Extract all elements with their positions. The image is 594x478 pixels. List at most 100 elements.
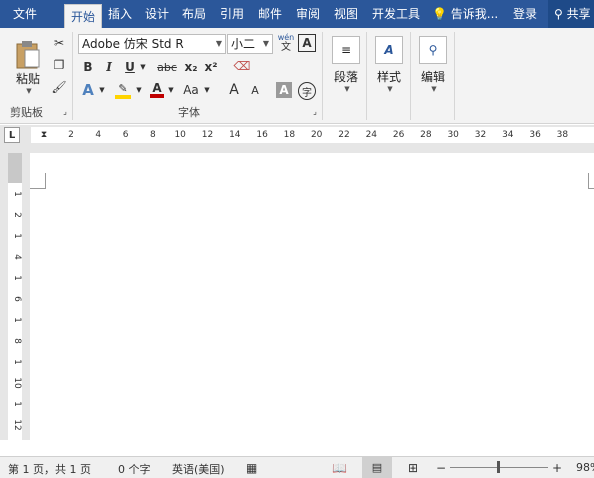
bold-button[interactable]: B	[80, 58, 96, 76]
character-shading-button[interactable]: A	[276, 82, 292, 98]
tab-references[interactable]: 引用	[216, 0, 248, 28]
paragraph-label: 段落	[333, 69, 358, 84]
share-button[interactable]: ⚲ 共享	[548, 0, 594, 28]
font-family-select[interactable]: Adobe 仿宋 Std R ▼	[78, 34, 226, 54]
styles-button[interactable]: A 样式 ▼	[370, 32, 408, 96]
chevron-down-icon: ▼	[215, 39, 222, 48]
editing-button[interactable]: ⚲ 编辑 ▼	[414, 32, 452, 96]
web-layout-icon[interactable]: ⊞	[408, 461, 418, 475]
phonetic-char: 文	[281, 42, 291, 53]
ruler-tick-label: 6	[12, 296, 22, 302]
grow-font-button[interactable]: A	[226, 80, 242, 100]
chevron-down-icon[interactable]: ▼	[138, 58, 148, 76]
language-indicator[interactable]: 英语(美国)	[172, 461, 225, 477]
tab-home[interactable]: 开始	[64, 4, 102, 28]
enclose-characters-button[interactable]: 字	[298, 82, 316, 100]
dialog-launcher-icon[interactable]: ⌟	[60, 106, 70, 116]
strikethrough-button[interactable]: abc	[154, 58, 180, 76]
document-canvas	[30, 145, 594, 440]
page-count[interactable]: 第 1 页，共 1 页	[8, 461, 91, 477]
font-color-bar	[150, 94, 164, 98]
ruler-tick-label: 1	[12, 317, 22, 323]
underline-button[interactable]: U	[122, 58, 138, 76]
font-group-label: 字体	[178, 106, 200, 119]
zoom-in-icon[interactable]: +	[552, 461, 562, 475]
subscript-button[interactable]: x₂	[182, 58, 200, 76]
cut-icon[interactable]: ✂	[50, 34, 68, 52]
shrink-font-button[interactable]: A	[247, 80, 263, 100]
text-effects-button[interactable]: A	[80, 80, 96, 100]
italic-button[interactable]: I	[101, 58, 117, 76]
vertical-ruler[interactable]: 1 2 1 4 1 6 1 8 1 10 1 12	[0, 145, 30, 440]
chevron-down-icon: ▼	[262, 39, 269, 48]
ruler-tick-label: 12	[12, 419, 22, 431]
font-color-button[interactable]: A	[148, 80, 166, 100]
top-margin-area	[8, 153, 22, 183]
ruler-tick-label: 26	[392, 130, 405, 140]
tab-review[interactable]: 审阅	[292, 0, 324, 28]
document-page[interactable]	[30, 153, 594, 440]
dialog-launcher-icon[interactable]: ⌟	[310, 106, 320, 116]
font-color-letter-icon: A	[152, 81, 162, 95]
separator	[322, 32, 323, 120]
phonetic-guide-button[interactable]: wén 文	[276, 32, 296, 54]
ribbon: 粘贴 ▼ ✂ ❐ 🖌 剪贴板 ⌟ Adobe 仿宋 Std R ▼ 小二 ▼ w…	[0, 28, 594, 124]
ruler-tick-label: 30	[447, 130, 459, 140]
tab-view[interactable]: 视图	[330, 0, 362, 28]
tab-layout[interactable]: 布局	[178, 0, 210, 28]
chevron-down-icon[interactable]: ▼	[134, 80, 144, 100]
font-size-select[interactable]: 小二 ▼	[227, 34, 273, 54]
tab-developer[interactable]: 开发工具	[368, 0, 424, 28]
ruler-tick-label: 8	[12, 338, 22, 344]
horizontal-ruler[interactable]: L ⧗ 2 4 6 8 10 12 14 16 18 20 22 24 26 28 30 32 34 36 38	[0, 125, 594, 145]
ruler-tick-label: 12	[201, 130, 214, 140]
tab-design[interactable]: 设计	[141, 0, 173, 28]
paste-button[interactable]: 粘贴 ▼	[8, 32, 48, 102]
search-icon: ⚲	[419, 35, 447, 64]
separator	[410, 32, 411, 120]
highlight-button[interactable]: ✎	[112, 80, 134, 100]
ruler-tick-label: 22	[338, 130, 350, 140]
person-icon: ⚲	[554, 7, 563, 21]
highlighter-icon: ✎	[118, 81, 128, 95]
format-painter-icon[interactable]: 🖌	[50, 78, 68, 96]
chevron-down-icon: ▼	[344, 84, 350, 93]
tab-mailings[interactable]: 邮件	[254, 0, 286, 28]
clipboard-group-label: 剪贴板	[10, 106, 43, 119]
login-link[interactable]: 登录	[508, 0, 542, 28]
ruler-tick-label: 32	[474, 130, 487, 140]
lightbulb-icon: 💡	[432, 7, 447, 21]
ruler-tick-label: 1	[12, 359, 22, 365]
tab-file[interactable]: 文件	[6, 0, 44, 28]
read-mode-icon[interactable]: 📖	[332, 461, 347, 475]
ruler-tick-label: 18	[283, 130, 296, 140]
print-layout-icon[interactable]: ▤	[362, 457, 392, 478]
character-border-button[interactable]: A	[298, 34, 316, 52]
macro-icon[interactable]: ▦	[246, 461, 257, 475]
ruler-tick-label: 36	[529, 130, 541, 140]
chevron-down-icon[interactable]: ▼	[97, 80, 107, 100]
word-count[interactable]: 0 个字	[118, 461, 151, 477]
zoom-level[interactable]: 98%	[576, 461, 594, 474]
tab-insert[interactable]: 插入	[104, 0, 136, 28]
font-family-value: Adobe 仿宋 Std R	[82, 37, 184, 51]
ruler-tick-label: 8	[150, 130, 156, 140]
indent-marker-icon[interactable]: ⧗	[38, 125, 50, 145]
copy-icon[interactable]: ❐	[50, 56, 68, 74]
ruler-tick-label: 34	[502, 130, 514, 140]
paragraph-button[interactable]: ≡ 段落 ▼	[327, 32, 365, 96]
chevron-down-icon[interactable]: ▼	[202, 80, 212, 100]
zoom-out-icon[interactable]: −	[436, 461, 446, 475]
clear-formatting-icon[interactable]: ⌫	[232, 56, 252, 76]
zoom-slider-thumb[interactable]	[497, 461, 500, 473]
chevron-down-icon[interactable]: ▼	[166, 80, 176, 100]
superscript-button[interactable]: x²	[202, 58, 220, 76]
ruler-tick-label: 1	[12, 275, 22, 281]
ruler-tick-label: 2	[68, 130, 74, 140]
tab-selector[interactable]: L	[4, 127, 20, 143]
tell-me-box[interactable]: 💡 告诉我...	[432, 0, 504, 28]
ruler-tick-label: 10	[174, 130, 186, 140]
paragraph-icon: ≡	[332, 35, 360, 64]
change-case-button[interactable]: Aa	[180, 80, 202, 100]
ruler-tick-label: 2	[12, 212, 22, 218]
